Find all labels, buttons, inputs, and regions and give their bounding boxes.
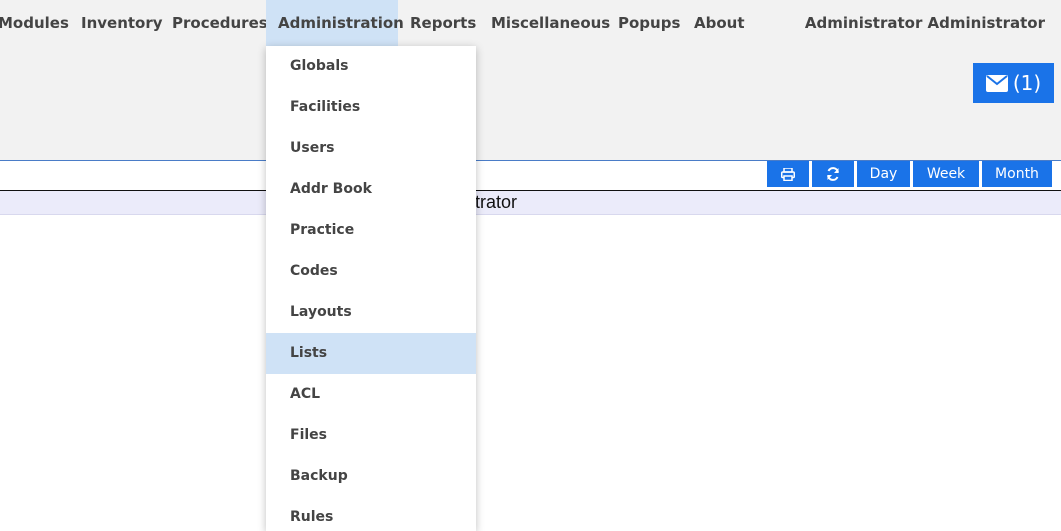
menu-reports[interactable]: Reports [398, 0, 488, 46]
menu-inventory[interactable]: Inventory [69, 0, 175, 46]
print-button[interactable] [767, 161, 809, 187]
admin-menu-files[interactable]: Files [266, 415, 476, 456]
admin-menu-addr-book[interactable]: Addr Book [266, 169, 476, 210]
user-menu[interactable]: Administrator Administrator [805, 0, 1045, 46]
main-menubar: Modules Inventory Procedures Administrat… [0, 0, 1061, 46]
administration-dropdown: Globals Facilities Users Addr Book Pract… [266, 46, 476, 531]
admin-menu-layouts[interactable]: Layouts [266, 292, 476, 333]
week-view-button[interactable]: Week [913, 161, 979, 187]
admin-menu-users[interactable]: Users [266, 128, 476, 169]
calendar-title-band: strator [0, 191, 1061, 215]
messages-count: (1) [1012, 71, 1042, 95]
menu-administration[interactable]: Administration [266, 0, 404, 46]
messages-button[interactable]: (1) [973, 63, 1054, 103]
month-view-button[interactable]: Month [982, 161, 1052, 187]
admin-menu-facilities[interactable]: Facilities [266, 87, 476, 128]
day-view-button[interactable]: Day [857, 161, 910, 187]
menu-popups[interactable]: Popups [606, 0, 692, 46]
admin-menu-codes[interactable]: Codes [266, 251, 476, 292]
menu-procedures[interactable]: Procedures [160, 0, 280, 46]
admin-menu-backup[interactable]: Backup [266, 456, 476, 497]
refresh-icon [826, 167, 840, 181]
menu-miscellaneous[interactable]: Miscellaneous [479, 0, 622, 46]
menu-about[interactable]: About [682, 0, 757, 46]
admin-menu-lists[interactable]: Lists [266, 333, 476, 374]
envelope-icon [985, 74, 1008, 92]
admin-menu-rules[interactable]: Rules [266, 497, 476, 531]
admin-menu-acl[interactable]: ACL [266, 374, 476, 415]
print-icon [781, 167, 795, 181]
admin-menu-globals[interactable]: Globals [266, 46, 476, 87]
admin-menu-practice[interactable]: Practice [266, 210, 476, 251]
refresh-button[interactable] [812, 161, 854, 187]
header-area: Modules Inventory Procedures Administrat… [0, 0, 1061, 161]
